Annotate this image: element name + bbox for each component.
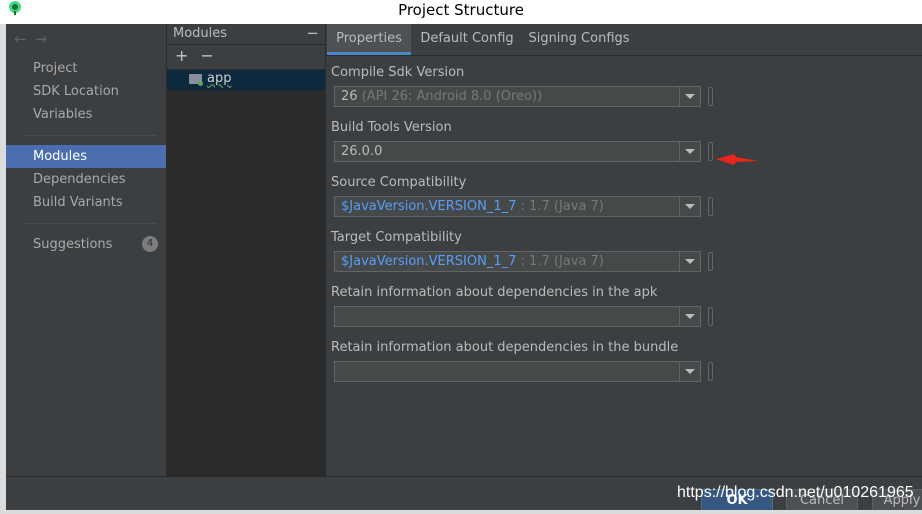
sidebar-item-sdk-location[interactable]: SDK Location bbox=[6, 80, 166, 103]
modules-panel: Modules − + − app bbox=[167, 24, 325, 476]
sidebar-item-suggestions[interactable]: Suggestions 4 bbox=[6, 233, 166, 256]
browse-button[interactable] bbox=[708, 307, 713, 326]
nav-arrows: ←→ bbox=[14, 30, 55, 48]
dropdown-button[interactable] bbox=[679, 362, 700, 381]
title-bar: Project Structure bbox=[0, 0, 922, 24]
dropdown-button[interactable] bbox=[679, 87, 700, 106]
source-compat-label: Source Compatibility bbox=[331, 175, 467, 190]
chevron-down-icon bbox=[685, 94, 695, 99]
sidebar-item-modules[interactable]: Modules bbox=[6, 145, 166, 168]
sidebar-divider bbox=[26, 223, 156, 224]
tab-default-config[interactable]: Default Config bbox=[415, 24, 519, 55]
sidebar: ←→ Project SDK Location Variables Module… bbox=[6, 24, 166, 476]
dropdown-button[interactable] bbox=[679, 307, 700, 326]
source-compat-value: $JavaVersion.VERSION_1_7 : 1.7 (Java 7) bbox=[341, 199, 604, 214]
sidebar-item-dependencies[interactable]: Dependencies bbox=[6, 168, 166, 191]
module-item-app[interactable]: app bbox=[167, 70, 325, 90]
modules-list: app bbox=[167, 69, 325, 476]
browse-button[interactable] bbox=[708, 87, 713, 106]
target-compat-label: Target Compatibility bbox=[331, 230, 462, 245]
source-compat-ref: $JavaVersion.VERSION_1_7 bbox=[341, 199, 517, 214]
build-tools-label: Build Tools Version bbox=[331, 120, 452, 135]
collapse-icon[interactable]: − bbox=[306, 24, 319, 42]
deps-bundle-label: Retain information about dependencies in… bbox=[331, 340, 679, 355]
browse-button[interactable] bbox=[708, 362, 713, 381]
window-title: Project Structure bbox=[398, 1, 524, 19]
deps-apk-label: Retain information about dependencies in… bbox=[331, 285, 658, 300]
deps-apk-select[interactable] bbox=[334, 306, 701, 327]
red-arrow-annotation-icon bbox=[716, 154, 758, 165]
browse-button[interactable] bbox=[708, 197, 713, 216]
compile-sdk-select[interactable]: 26 (API 26: Android 8.0 (Oreo)) bbox=[334, 86, 701, 107]
modules-toolbar: + − bbox=[175, 46, 226, 65]
modules-header: Modules − bbox=[167, 24, 325, 45]
sidebar-item-variables[interactable]: Variables bbox=[6, 103, 166, 126]
deps-bundle-select[interactable] bbox=[334, 361, 701, 382]
suggestions-count-badge: 4 bbox=[142, 236, 158, 252]
watermark-text: https://blog.csdn.net/u010261965 bbox=[677, 484, 914, 501]
back-arrow-icon[interactable]: ← bbox=[14, 30, 35, 48]
sidebar-item-project[interactable]: Project bbox=[6, 57, 166, 80]
target-compat-value: $JavaVersion.VERSION_1_7 : 1.7 (Java 7) bbox=[341, 254, 604, 269]
compile-sdk-hint: (API 26: Android 8.0 (Oreo)) bbox=[361, 89, 543, 104]
sidebar-item-label: Suggestions bbox=[33, 237, 113, 252]
sidebar-divider bbox=[26, 135, 156, 136]
forward-arrow-icon[interactable]: → bbox=[35, 30, 56, 48]
module-status-icon bbox=[198, 81, 203, 86]
dropdown-button[interactable] bbox=[679, 142, 700, 161]
tab-properties[interactable]: Properties bbox=[327, 24, 411, 55]
compile-sdk-value: 26 (API 26: Android 8.0 (Oreo)) bbox=[341, 89, 542, 104]
chevron-down-icon bbox=[685, 369, 695, 374]
dropdown-button[interactable] bbox=[679, 252, 700, 271]
build-tools-select[interactable]: 26.0.0 bbox=[334, 141, 701, 162]
source-compat-select[interactable]: $JavaVersion.VERSION_1_7 : 1.7 (Java 7) bbox=[334, 196, 701, 217]
module-name: app bbox=[207, 71, 232, 86]
tab-bar: Properties Default Config Signing Config… bbox=[326, 24, 922, 56]
build-tools-value: 26.0.0 bbox=[341, 144, 383, 159]
target-compat-ref: $JavaVersion.VERSION_1_7 bbox=[341, 254, 517, 269]
sidebar-item-build-variants[interactable]: Build Variants bbox=[6, 191, 166, 214]
chevron-down-icon bbox=[685, 149, 695, 154]
chevron-down-icon bbox=[685, 314, 695, 319]
compile-sdk-number: 26 bbox=[341, 89, 358, 104]
compile-sdk-label: Compile Sdk Version bbox=[331, 65, 465, 80]
target-compat-hint: : 1.7 (Java 7) bbox=[520, 254, 604, 269]
chevron-down-icon bbox=[685, 259, 695, 264]
source-compat-hint: : 1.7 (Java 7) bbox=[520, 199, 604, 214]
chevron-down-icon bbox=[685, 204, 695, 209]
window-frame-bottom bbox=[0, 510, 922, 514]
target-compat-select[interactable]: $JavaVersion.VERSION_1_7 : 1.7 (Java 7) bbox=[334, 251, 701, 272]
add-module-icon[interactable]: + bbox=[175, 46, 188, 65]
browse-button[interactable] bbox=[708, 252, 713, 271]
remove-module-icon[interactable]: − bbox=[200, 46, 213, 65]
browse-button[interactable] bbox=[708, 142, 713, 161]
tab-signing-configs[interactable]: Signing Configs bbox=[525, 24, 633, 55]
dropdown-button[interactable] bbox=[679, 197, 700, 216]
properties-panel: Properties Default Config Signing Config… bbox=[326, 24, 922, 476]
modules-header-label: Modules bbox=[173, 26, 228, 41]
